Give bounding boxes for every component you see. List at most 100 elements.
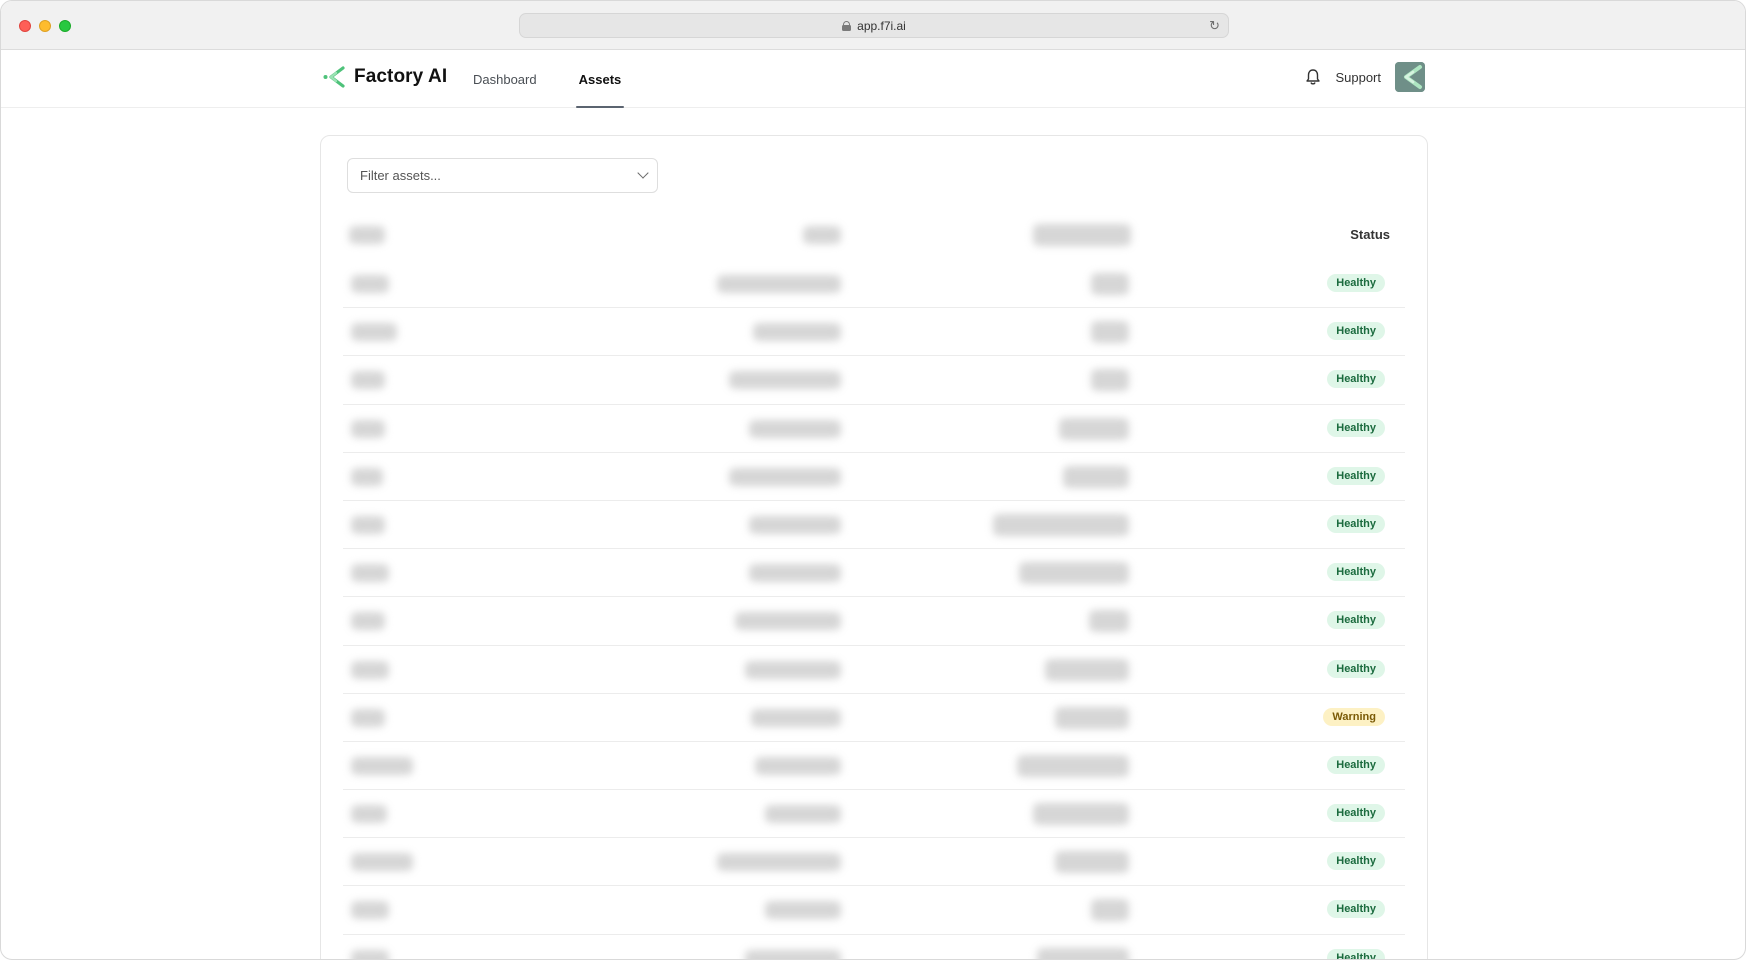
filter-assets-select[interactable] bbox=[347, 158, 658, 193]
status-badge: Healthy bbox=[1327, 418, 1385, 437]
redacted-asset-detail bbox=[1091, 899, 1129, 922]
status-badge: Healthy bbox=[1327, 274, 1385, 292]
redacted-asset-name bbox=[351, 949, 389, 959]
redacted-asset-name bbox=[351, 323, 397, 342]
redacted-asset-field bbox=[735, 612, 841, 631]
redacted-asset-name bbox=[351, 275, 389, 293]
status-badge: Healthy bbox=[1327, 948, 1385, 959]
assets-table: Status Healthy Healthy Healthy Healthy Healt… bbox=[343, 210, 1405, 959]
table-row[interactable]: Healthy bbox=[343, 886, 1405, 935]
assets-card: Status HealthyHealthyHealthyHealthyHealt… bbox=[320, 135, 1428, 959]
avatar-logo-icon bbox=[1395, 62, 1425, 92]
redacted-asset-field bbox=[753, 323, 841, 342]
header-tools: Support bbox=[1305, 62, 1425, 92]
status-badge: Healthy bbox=[1327, 852, 1385, 871]
table-row[interactable]: Healthy bbox=[343, 260, 1405, 309]
redacted-asset-name bbox=[351, 419, 385, 438]
status-badge: Warning bbox=[1323, 707, 1385, 726]
reload-icon[interactable]: ↻ bbox=[1209, 18, 1220, 34]
redacted-asset-detail bbox=[1045, 658, 1129, 681]
redacted-header-column-3 bbox=[1033, 224, 1131, 246]
redacted-asset-field bbox=[765, 901, 841, 920]
redacted-asset-detail bbox=[1089, 610, 1129, 633]
table-row[interactable]: Healthy bbox=[343, 549, 1405, 598]
redacted-asset-detail bbox=[1055, 706, 1129, 729]
redacted-asset-detail bbox=[1091, 369, 1129, 392]
zoom-window-button[interactable] bbox=[59, 20, 71, 32]
table-row[interactable]: Healthy bbox=[343, 453, 1405, 501]
redacted-asset-name bbox=[351, 612, 385, 631]
redacted-asset-detail bbox=[1019, 562, 1129, 585]
table-row[interactable]: Healthy bbox=[343, 742, 1405, 791]
redacted-asset-field bbox=[749, 419, 841, 438]
table-row[interactable]: Warning bbox=[343, 694, 1405, 742]
minimize-window-button[interactable] bbox=[39, 20, 51, 32]
status-badge: Healthy bbox=[1327, 322, 1385, 341]
redacted-asset-name bbox=[351, 853, 413, 872]
nav-item-assets[interactable]: Assets bbox=[575, 50, 625, 108]
table-row[interactable]: Healthy bbox=[343, 501, 1405, 550]
redacted-asset-field bbox=[751, 708, 841, 727]
brand-name: Factory AI bbox=[354, 66, 448, 87]
table-row[interactable]: Healthy bbox=[343, 790, 1405, 839]
redacted-asset-detail bbox=[1063, 465, 1129, 488]
table-row[interactable]: Healthy bbox=[343, 838, 1405, 887]
factory-ai-logo-icon bbox=[323, 66, 345, 88]
lock-icon bbox=[842, 20, 852, 31]
status-badge: Healthy bbox=[1327, 466, 1385, 485]
table-row[interactable]: Healthy bbox=[343, 597, 1405, 646]
redacted-asset-field bbox=[745, 949, 841, 959]
status-badge: Healthy bbox=[1327, 370, 1385, 389]
redacted-asset-detail bbox=[1055, 851, 1129, 874]
status-badge: Healthy bbox=[1327, 514, 1385, 533]
redacted-asset-detail bbox=[1033, 803, 1129, 826]
redacted-asset-name bbox=[351, 371, 385, 390]
redacted-header-name bbox=[349, 226, 385, 244]
table-row[interactable]: Healthy bbox=[343, 935, 1405, 959]
redacted-asset-name bbox=[351, 805, 387, 824]
redacted-asset-field bbox=[729, 467, 841, 486]
redacted-asset-detail bbox=[1091, 321, 1129, 344]
table-header: Status bbox=[343, 210, 1405, 260]
table-row[interactable]: Healthy bbox=[343, 308, 1405, 357]
redacted-asset-name bbox=[351, 901, 389, 920]
redacted-asset-field bbox=[755, 756, 841, 775]
status-badge: Healthy bbox=[1327, 563, 1385, 582]
table-row[interactable]: Healthy bbox=[343, 356, 1405, 405]
table-row[interactable]: Healthy bbox=[343, 646, 1405, 694]
table-row[interactable]: Healthy bbox=[343, 405, 1405, 453]
status-badge: Healthy bbox=[1327, 900, 1385, 919]
user-avatar[interactable] bbox=[1395, 62, 1425, 92]
redacted-asset-name bbox=[351, 515, 385, 534]
redacted-asset-name bbox=[351, 564, 389, 583]
redacted-asset-detail bbox=[1091, 273, 1129, 295]
redacted-asset-field bbox=[717, 275, 841, 293]
redacted-asset-field bbox=[749, 564, 841, 583]
status-badge: Healthy bbox=[1327, 755, 1385, 774]
redacted-asset-detail bbox=[993, 513, 1129, 536]
redacted-asset-field bbox=[729, 371, 841, 390]
nav-item-dashboard[interactable]: Dashboard bbox=[470, 50, 540, 108]
brand[interactable]: Factory AI bbox=[322, 65, 447, 89]
redacted-asset-name bbox=[351, 660, 389, 679]
redacted-asset-name bbox=[351, 756, 413, 775]
url-text: app.f7i.ai bbox=[857, 18, 906, 33]
redacted-header-column-2 bbox=[803, 226, 841, 244]
redacted-asset-field bbox=[717, 853, 841, 872]
status-badge: Healthy bbox=[1327, 659, 1385, 678]
window-controls bbox=[19, 20, 71, 32]
column-header-status[interactable]: Status bbox=[1350, 227, 1390, 242]
bell-icon[interactable] bbox=[1305, 68, 1321, 86]
support-link[interactable]: Support bbox=[1335, 70, 1381, 85]
redacted-asset-field bbox=[765, 805, 841, 824]
status-badge: Healthy bbox=[1327, 611, 1385, 630]
redacted-asset-detail bbox=[1037, 947, 1129, 959]
redacted-asset-name bbox=[351, 708, 385, 727]
close-window-button[interactable] bbox=[19, 20, 31, 32]
main-nav: Dashboard Assets bbox=[470, 50, 624, 108]
redacted-asset-field bbox=[745, 660, 841, 679]
redacted-asset-name bbox=[351, 467, 383, 486]
table-body: Healthy Healthy Healthy Healthy Healthy Healt… bbox=[343, 260, 1405, 959]
redacted-asset-field bbox=[749, 515, 841, 534]
address-bar[interactable]: app.f7i.ai ↻ bbox=[519, 13, 1229, 38]
